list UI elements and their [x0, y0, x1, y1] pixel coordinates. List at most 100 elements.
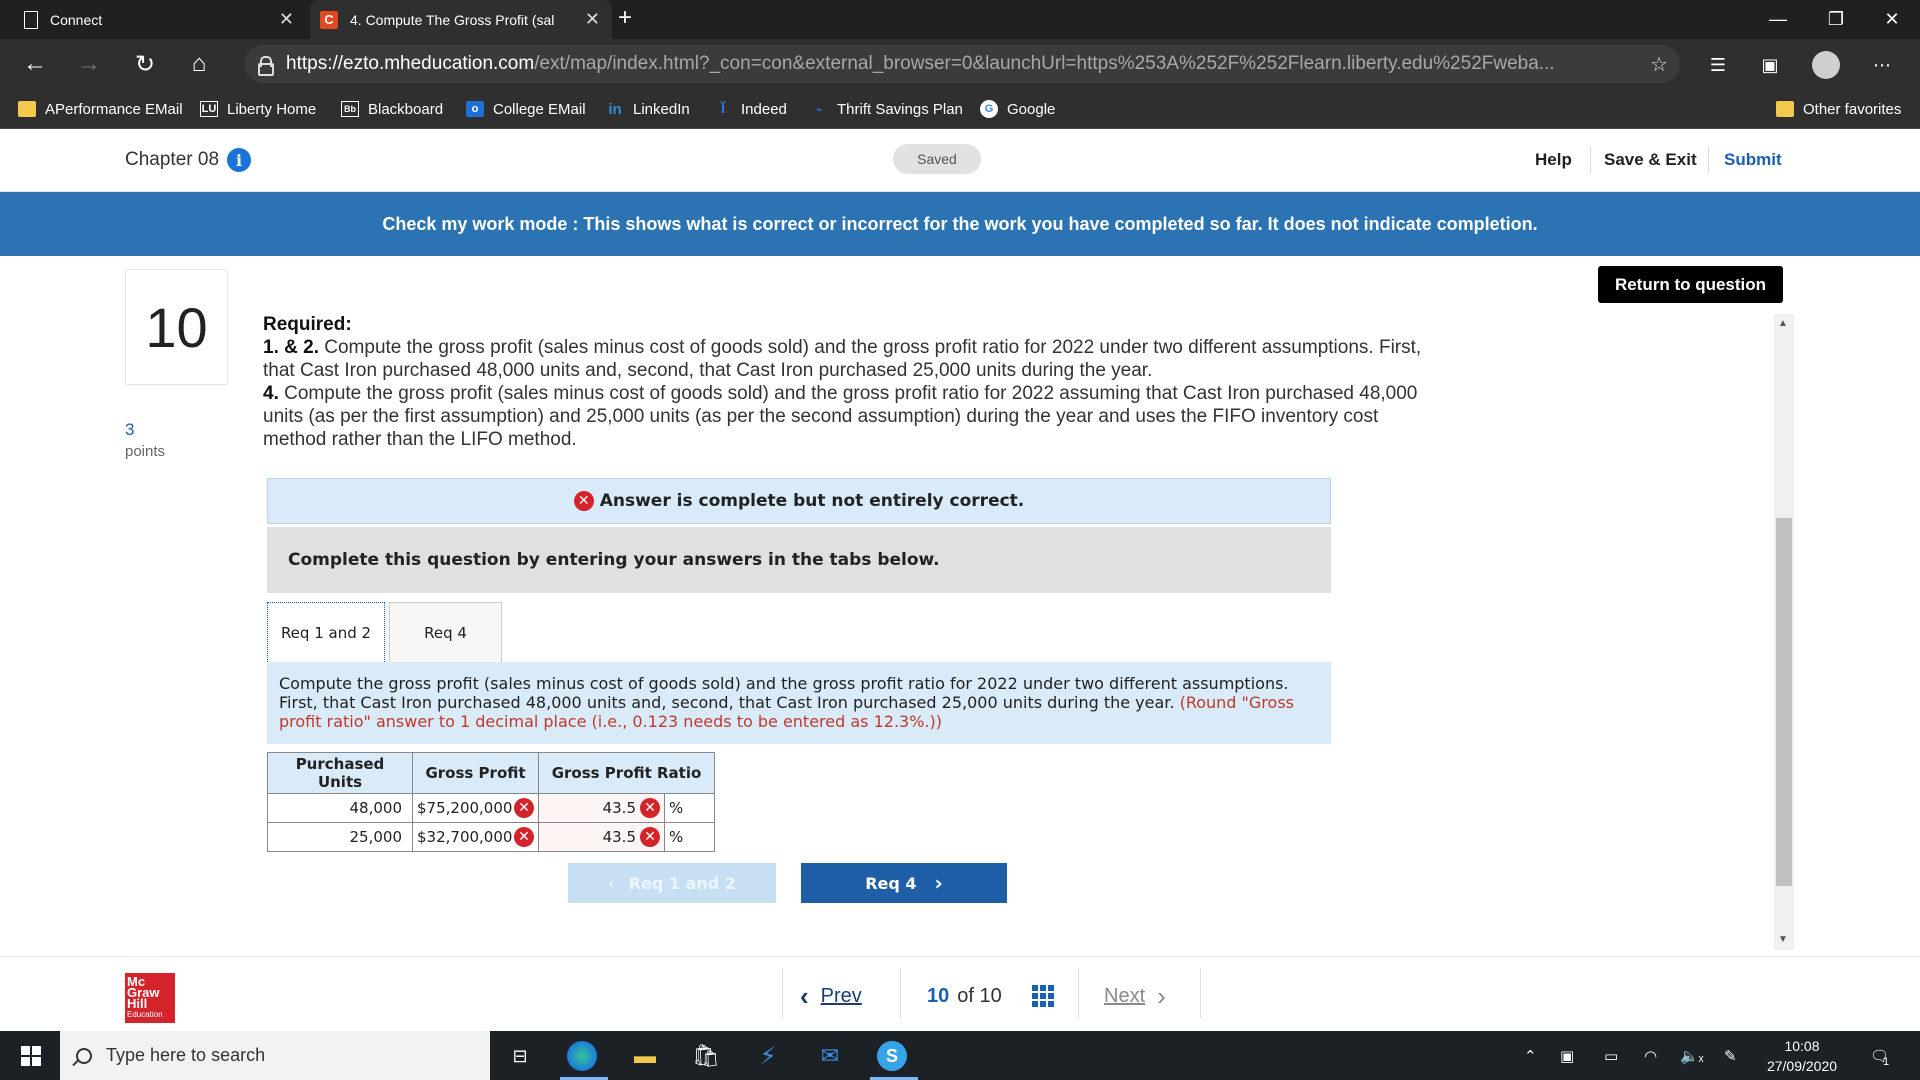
assignment-header: Chapter 08 i Saved Help Save & Exit Subm…: [0, 130, 1920, 192]
info-icon[interactable]: i: [227, 148, 252, 172]
gross-profit-input[interactable]: $32,700,000 ✕: [412, 822, 539, 852]
mail-icon[interactable]: ✉: [814, 1040, 846, 1072]
chapter-title: Chapter 08 i: [125, 148, 252, 172]
tab-instructions: Compute the gross profit (sales minus co…: [267, 662, 1331, 744]
fav-label: APerformance EMail: [45, 100, 183, 118]
fav-other-favorites[interactable]: Other favorites: [1776, 97, 1901, 121]
more-options-icon[interactable]: ⋯: [1868, 51, 1896, 79]
tab-connect[interactable]: Connect ✕: [0, 0, 306, 39]
help-link[interactable]: Help: [1535, 150, 1572, 170]
fav-label: LinkedIn: [633, 100, 690, 118]
tray-overflow-icon[interactable]: ⌃: [1524, 1031, 1537, 1080]
fav-liberty-home[interactable]: LU Liberty Home: [200, 97, 316, 121]
taskbar-search-input[interactable]: Type here to search: [60, 1031, 490, 1080]
scrollbar-thumb[interactable]: [1776, 518, 1792, 886]
windows-taskbar: Type here to search ⊟ ▬ 🛍 ⚡ ✉ S ⌃ ▣ ▭ ◠ …: [0, 1031, 1920, 1080]
footer-divider: [0, 956, 1920, 957]
fav-label: Indeed: [741, 100, 787, 118]
file-explorer-icon[interactable]: ▬: [629, 1040, 661, 1072]
return-to-question-button[interactable]: Return to question: [1598, 266, 1783, 303]
indeed-icon: ǐ: [720, 100, 726, 117]
fav-label: Google: [1007, 100, 1056, 118]
fav-aperformance-email[interactable]: APerformance EMail: [18, 97, 183, 121]
window-close-icon[interactable]: ✕: [1862, 0, 1920, 39]
task-view-icon[interactable]: ⊟: [504, 1040, 536, 1072]
incorrect-x-icon: ✕: [573, 491, 594, 511]
clock-time: 10:08: [1784, 1038, 1820, 1054]
restore-icon[interactable]: ❐: [1806, 0, 1866, 39]
wifi-icon[interactable]: ◠: [1644, 1031, 1657, 1080]
home-icon[interactable]: ⌂: [182, 47, 216, 81]
tab-req-4[interactable]: Req 4: [389, 602, 502, 662]
tray-app-icon[interactable]: ▣: [1560, 1031, 1574, 1080]
units-cell: 25,000: [267, 822, 413, 852]
tab-req-1-and-2[interactable]: Req 1 and 2: [267, 602, 385, 662]
gross-profit-ratio-input[interactable]: 43.5 ✕: [538, 822, 665, 852]
fav-label: Liberty Home: [227, 100, 317, 118]
scroll-up-icon[interactable]: ▲: [1778, 318, 1788, 329]
gross-profit-value: $32,700,000: [417, 828, 513, 846]
question-number: 10: [125, 269, 228, 385]
fav-thrift-savings-plan[interactable]: ⌁ Thrift Savings Plan: [810, 97, 963, 121]
store-icon[interactable]: 🛍: [690, 1040, 722, 1072]
minimize-icon[interactable]: —: [1748, 0, 1808, 39]
edge-browser-icon[interactable]: [567, 1041, 597, 1071]
lock-icon: [256, 56, 274, 76]
required-heading: Required:: [263, 314, 352, 335]
folder-icon: [1776, 101, 1794, 117]
collections-icon[interactable]: ▣: [1756, 51, 1784, 79]
power-automate-icon[interactable]: ⚡: [752, 1040, 784, 1072]
scroll-down-icon[interactable]: ▼: [1778, 934, 1788, 945]
gross-profit-ratio-input[interactable]: 43.5 ✕: [538, 793, 665, 823]
saved-status-badge: Saved: [893, 144, 981, 174]
close-icon[interactable]: ✕: [279, 9, 294, 30]
url-bar[interactable]: https://ezto.mheducation.com/ext/map/ind…: [244, 45, 1680, 83]
complete-prompt: Complete this question by entering your …: [267, 527, 1331, 593]
skype-icon[interactable]: S: [877, 1041, 907, 1071]
points-value: 3: [125, 420, 135, 439]
tsp-icon: ⌁: [815, 103, 823, 116]
divider: [1200, 968, 1201, 1018]
fav-indeed[interactable]: ǐ Indeed: [714, 97, 787, 121]
req-4-label: 4.: [263, 383, 279, 404]
prev-question-link[interactable]: ‹ Prev: [800, 978, 862, 1014]
pen-icon[interactable]: ✎: [1724, 1031, 1737, 1080]
volume-muted-icon[interactable]: 🔈ₓ: [1680, 1031, 1704, 1080]
windows-start-icon[interactable]: [21, 1046, 41, 1066]
favorites-list-icon[interactable]: ☰: [1704, 51, 1732, 79]
close-icon[interactable]: ✕: [585, 9, 600, 30]
notifications-icon[interactable]: 🗨 1: [1870, 1031, 1889, 1080]
submit-link[interactable]: Submit: [1724, 150, 1782, 170]
next-req-button[interactable]: Req 4 ›: [801, 863, 1007, 903]
fav-blackboard[interactable]: Bb Blackboard: [341, 97, 443, 121]
tab-compute-gross-profit[interactable]: C 4. Compute The Gross Profit (sal ✕: [310, 0, 612, 39]
prev-req-button[interactable]: ‹ Req 1 and 2: [568, 863, 776, 903]
google-icon: G: [980, 100, 998, 118]
req-12-text: Compute the gross profit (sales minus co…: [263, 337, 1422, 381]
save-exit-link[interactable]: Save & Exit: [1604, 150, 1697, 170]
outlook-icon: o: [466, 101, 484, 117]
favorite-star-icon[interactable]: ☆: [1650, 52, 1668, 77]
chapter-label: Chapter 08: [125, 149, 220, 170]
question-grid-icon[interactable]: [1032, 985, 1054, 1007]
forward-icon[interactable]: →: [72, 47, 106, 81]
search-icon: [76, 1047, 92, 1064]
req-12-label: 1. & 2.: [263, 337, 319, 358]
fav-linkedin[interactable]: in LinkedIn: [606, 97, 690, 121]
answer-status-text: Answer is complete but not entirely corr…: [599, 491, 1025, 511]
fav-label: College EMail: [493, 100, 586, 118]
gross-profit-input[interactable]: $75,200,000 ✕: [412, 793, 539, 823]
table-row: 48,000 $75,200,000 ✕ 43.5 ✕ %: [267, 793, 715, 823]
battery-icon[interactable]: ▭: [1604, 1031, 1618, 1080]
refresh-icon[interactable]: ↻: [128, 47, 162, 81]
next-question-link[interactable]: Next ›: [1104, 978, 1166, 1014]
linkedin-icon: in: [608, 100, 622, 118]
new-tab-icon[interactable]: +: [618, 4, 632, 32]
prev-label: Prev: [820, 984, 862, 1007]
back-icon[interactable]: ←: [18, 47, 52, 81]
profile-avatar-icon[interactable]: [1812, 51, 1840, 79]
fav-google[interactable]: G Google: [980, 97, 1055, 121]
incorrect-x-icon: ✕: [514, 827, 534, 847]
taskbar-clock[interactable]: 10:08 27/09/2020: [1762, 1036, 1842, 1076]
fav-college-email[interactable]: o College EMail: [466, 97, 586, 121]
